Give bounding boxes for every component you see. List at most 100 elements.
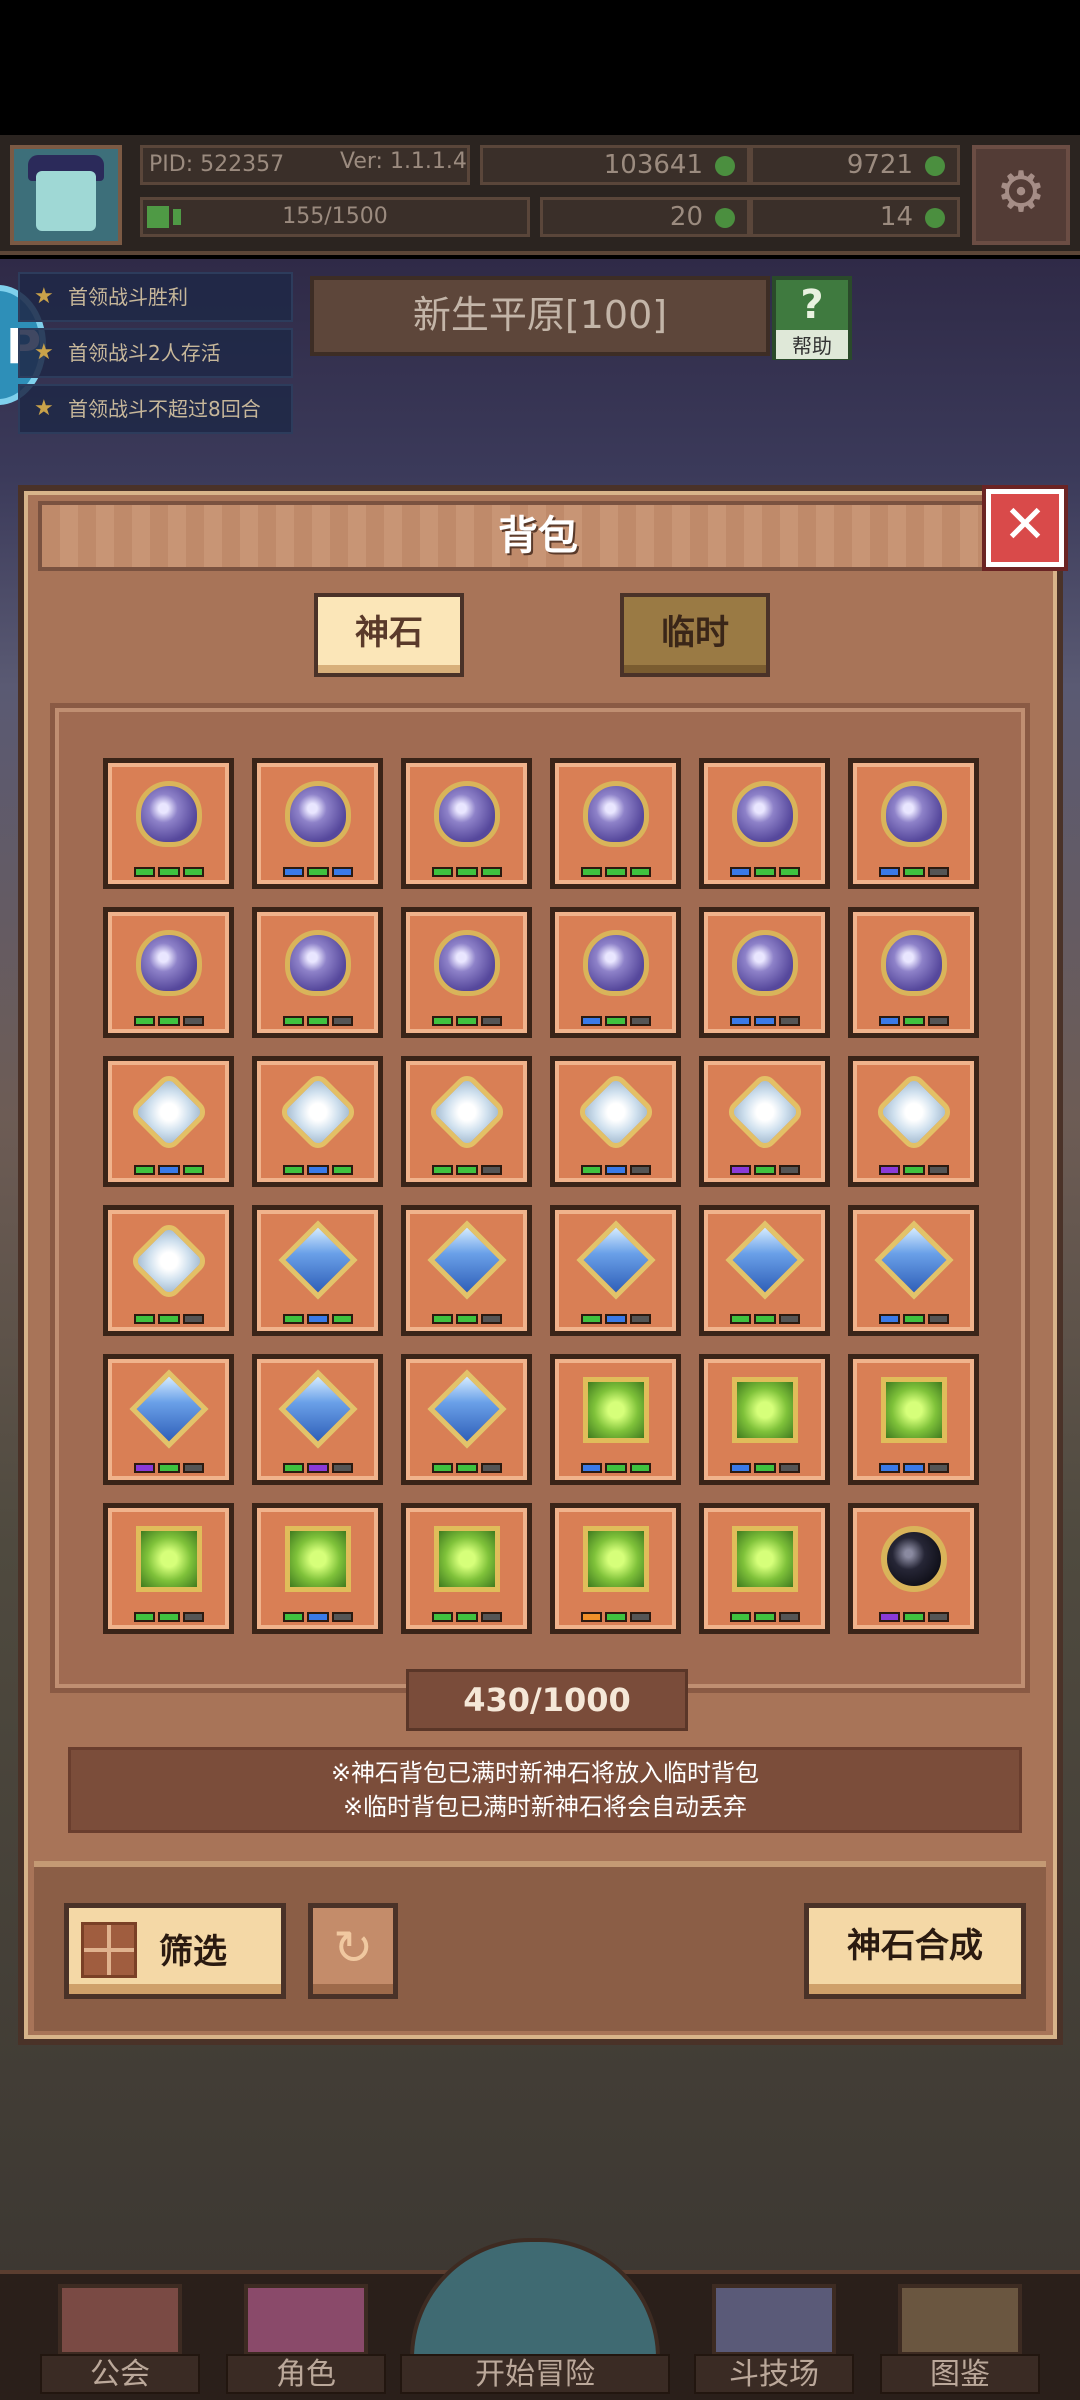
rarity-dots xyxy=(730,1016,800,1028)
rarity-dots xyxy=(432,1314,502,1326)
quest-item: ★ 首领战斗不超过8回合 xyxy=(18,384,293,434)
inventory-slot[interactable] xyxy=(401,1205,532,1336)
nav-role[interactable]: 角色 xyxy=(226,2284,386,2394)
filter-button[interactable]: 筛选 xyxy=(64,1903,286,1999)
inventory-slot[interactable] xyxy=(401,758,532,889)
rarity-dot xyxy=(581,1463,603,1473)
inventory-slot[interactable] xyxy=(550,1205,681,1336)
add-hand-icon[interactable] xyxy=(925,208,945,228)
gold-value: 103641 xyxy=(603,150,703,180)
blue-gem-icon xyxy=(278,1220,358,1300)
rarity-dots xyxy=(134,1314,204,1326)
star-icon: ★ xyxy=(34,284,54,309)
inventory-slot[interactable] xyxy=(401,1503,532,1634)
rarity-dot xyxy=(134,1165,156,1175)
rarity-dot xyxy=(629,1463,651,1473)
close-button[interactable]: ✕ xyxy=(982,485,1068,571)
nav-guild[interactable]: 公会 xyxy=(40,2284,200,2394)
inventory-slot[interactable] xyxy=(103,1503,234,1634)
inventory-slot[interactable] xyxy=(252,907,383,1038)
nav-compendium[interactable]: 图鉴 xyxy=(880,2284,1040,2394)
rarity-dot xyxy=(903,867,925,877)
add-clover-icon[interactable] xyxy=(715,208,735,228)
inventory-slot[interactable] xyxy=(848,758,979,889)
rarity-dot xyxy=(903,1463,925,1473)
inventory-slot[interactable] xyxy=(699,907,830,1038)
tab-temporary[interactable]: 临时 xyxy=(620,593,770,677)
inventory-slot[interactable] xyxy=(699,1503,830,1634)
rarity-dots xyxy=(730,1165,800,1177)
green-gem-icon xyxy=(732,1526,798,1592)
add-gold-icon[interactable] xyxy=(715,156,735,176)
inventory-slot[interactable] xyxy=(699,758,830,889)
inventory-slot[interactable] xyxy=(550,1354,681,1485)
rarity-dots xyxy=(283,1314,353,1326)
inventory-slot[interactable] xyxy=(848,907,979,1038)
inventory-slot[interactable] xyxy=(252,1205,383,1336)
white-gem-icon xyxy=(872,1070,956,1154)
rarity-dots xyxy=(879,1463,949,1475)
refresh-icon[interactable]: ↻ xyxy=(308,1903,398,1999)
rarity-dot xyxy=(879,1314,901,1324)
add-gem-icon[interactable] xyxy=(925,156,945,176)
nav-arena[interactable]: 斗技场 xyxy=(694,2284,854,2394)
bottom-nav: 公会 角色 开始冒险 斗技场 图鉴 xyxy=(0,2238,1080,2400)
rarity-dot xyxy=(629,1612,651,1622)
inventory-slot[interactable] xyxy=(848,1503,979,1634)
inventory-slot[interactable] xyxy=(699,1205,830,1336)
rarity-dot xyxy=(730,1165,752,1175)
rarity-dot xyxy=(730,1314,752,1324)
inventory-slot[interactable] xyxy=(252,1503,383,1634)
inventory-slot[interactable] xyxy=(699,1056,830,1187)
inventory-slot[interactable] xyxy=(103,907,234,1038)
purple-gem-icon xyxy=(434,930,500,996)
help-button[interactable]: ? 帮助 xyxy=(772,276,852,360)
inventory-slot[interactable] xyxy=(103,1205,234,1336)
rarity-dot xyxy=(480,1016,502,1026)
rarity-dot xyxy=(629,867,651,877)
inventory-slot[interactable] xyxy=(550,1056,681,1187)
rarity-dot xyxy=(778,1314,800,1324)
inventory-slot[interactable] xyxy=(848,1354,979,1485)
rarity-dots xyxy=(581,1314,651,1326)
bag-panel: 背包 ✕ 神石 临时 430/1000 ※神石背包已满时新神石将放入临时背包 ※… xyxy=(18,485,1068,2045)
inventory-slot[interactable] xyxy=(401,907,532,1038)
white-gem-icon xyxy=(127,1219,211,1303)
synthesize-button[interactable]: 神石合成 xyxy=(804,1903,1026,1999)
notice-line-2: ※临时背包已满时新神石将会自动丢弃 xyxy=(342,1793,748,1821)
exp-fill xyxy=(173,209,181,225)
inventory-slot[interactable] xyxy=(550,758,681,889)
tab-god-stones[interactable]: 神石 xyxy=(314,593,464,677)
player-avatar[interactable] xyxy=(10,145,122,245)
inventory-slot[interactable] xyxy=(252,1056,383,1187)
nav-start-adventure[interactable]: 开始冒险 xyxy=(400,2238,670,2394)
blue-gem-icon xyxy=(874,1220,954,1300)
inventory-slot[interactable] xyxy=(848,1205,979,1336)
inventory-slot[interactable] xyxy=(401,1056,532,1187)
inventory-slot[interactable] xyxy=(550,1503,681,1634)
rarity-dot xyxy=(307,1612,329,1622)
rarity-dots xyxy=(581,867,651,879)
inventory-slot[interactable] xyxy=(550,907,681,1038)
rarity-dot xyxy=(754,867,776,877)
rarity-dot xyxy=(158,1463,180,1473)
nav-arena-label: 斗技场 xyxy=(694,2354,854,2394)
inventory-slot[interactable] xyxy=(699,1354,830,1485)
settings-gear-icon[interactable]: ⚙ xyxy=(972,145,1070,245)
white-gem-icon xyxy=(425,1070,509,1154)
rarity-dot xyxy=(927,1016,949,1026)
rarity-dot xyxy=(331,867,353,877)
rarity-dot xyxy=(605,1165,627,1175)
inventory-slot[interactable] xyxy=(401,1354,532,1485)
inventory-slot[interactable] xyxy=(848,1056,979,1187)
inventory-slot[interactable] xyxy=(252,758,383,889)
rarity-dot xyxy=(134,1612,156,1622)
gold-counter: 103641 xyxy=(480,145,750,185)
inventory-slot[interactable] xyxy=(103,1056,234,1187)
inventory-slot[interactable] xyxy=(103,1354,234,1485)
rarity-dot xyxy=(283,1612,305,1622)
rarity-dots xyxy=(283,1612,353,1624)
rarity-dot xyxy=(307,1165,329,1175)
inventory-slot[interactable] xyxy=(252,1354,383,1485)
inventory-slot[interactable] xyxy=(103,758,234,889)
